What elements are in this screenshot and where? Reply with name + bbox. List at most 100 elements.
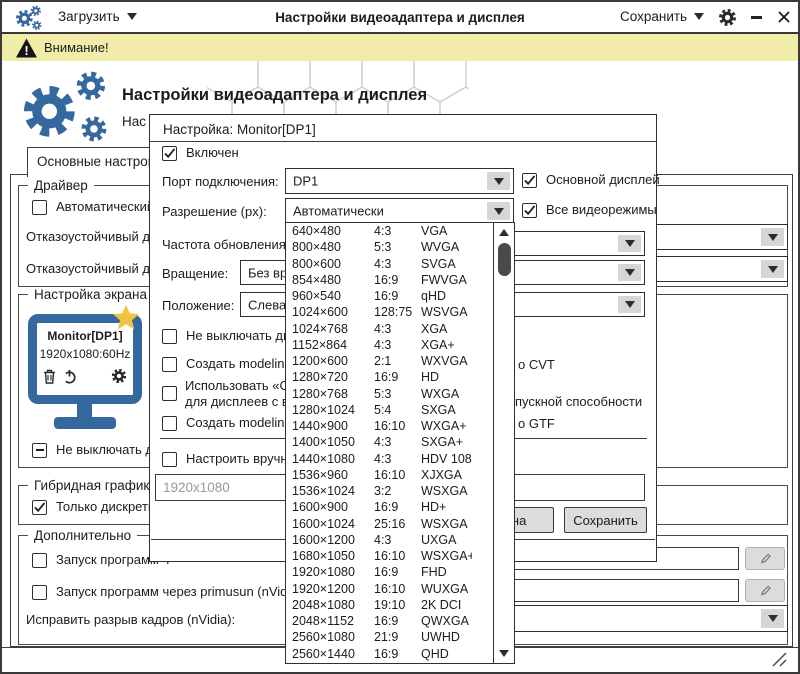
driver-group-legend: Драйвер xyxy=(28,178,94,193)
resolution-option[interactable]: 960×54016:9qHD xyxy=(286,288,472,304)
resolution-select[interactable]: Автоматически xyxy=(285,198,514,224)
chevron-down-icon xyxy=(625,269,635,276)
resolution-option-res: 2560×1440 xyxy=(286,647,374,661)
resolution-option-ratio: 4:3 xyxy=(374,322,421,336)
resolution-value: Автоматически xyxy=(293,204,384,219)
dropdown-button[interactable] xyxy=(761,609,784,628)
dropdown-button[interactable] xyxy=(761,260,784,278)
resolution-option[interactable]: 1200×6002:1WXVGA xyxy=(286,353,472,369)
resolution-option[interactable]: 1440×10804:3HDV 1080i xyxy=(286,451,472,467)
dropdown-button[interactable] xyxy=(487,172,510,190)
position-value: Слева xyxy=(248,297,286,312)
dropdown-button[interactable] xyxy=(618,264,641,281)
dialog-save-button-label: Сохранить xyxy=(573,513,638,528)
resolution-option[interactable]: 1680×105016:10WSXGA+ xyxy=(286,548,472,564)
edit-button-2[interactable] xyxy=(745,579,785,602)
chevron-down-icon xyxy=(694,13,704,20)
checkbox-checked xyxy=(522,203,537,218)
resolution-option[interactable]: 854×48016:9FWVGA xyxy=(286,272,472,288)
resolution-option-ratio: 16:9 xyxy=(374,370,421,384)
resolution-option[interactable]: 800×6004:3SVGA xyxy=(286,256,472,272)
resolution-option[interactable]: 1280×10245:4SXGA xyxy=(286,402,472,418)
resolution-option[interactable]: 1600×12004:3UXGA xyxy=(286,532,472,548)
keep-display-bg-checkbox[interactable]: Не выключать ди xyxy=(32,442,160,458)
dialog-title-separator xyxy=(150,141,656,142)
monitor-gear-icon[interactable] xyxy=(111,368,127,384)
checkbox-unchecked xyxy=(32,585,47,600)
dropdown-button[interactable] xyxy=(618,296,641,313)
resolution-option[interactable]: 1600×102425:16WSXGA xyxy=(286,516,472,532)
power-icon[interactable] xyxy=(62,369,77,384)
resolution-option[interactable]: 1920×120016:10WUXGA xyxy=(286,581,472,597)
modeline-cvt-label: Создать modeline xyxy=(186,356,292,371)
resolution-option[interactable]: 1024×7684:3XGA xyxy=(286,321,472,337)
auto-driver-checkbox[interactable]: Автоматический в xyxy=(32,199,165,215)
scrollbar[interactable] xyxy=(493,223,514,663)
discrete-only-checkbox[interactable]: Только дискретно xyxy=(32,499,162,515)
resolution-option-res: 1440×900 xyxy=(286,419,374,433)
resize-grip[interactable] xyxy=(768,652,788,667)
dialog-save-button[interactable]: Сохранить xyxy=(564,507,647,533)
enabled-checkbox[interactable]: Включен xyxy=(162,145,239,161)
resolution-option-name: HD xyxy=(421,370,472,384)
scrollbar-thumb[interactable] xyxy=(498,243,511,276)
manual-config-checkbox[interactable]: Настроить вручную xyxy=(162,451,304,467)
all-modes-checkbox[interactable]: Все видеорежимы xyxy=(522,202,657,218)
resolution-option[interactable]: 1440×90016:10WXGA+ xyxy=(286,418,472,434)
cvt-reduced-blank-checkbox[interactable] xyxy=(162,385,177,401)
trash-icon[interactable] xyxy=(43,369,56,384)
keep-display-checkbox[interactable]: Не выключать дис xyxy=(162,328,297,344)
resolution-option[interactable]: 640×4804:3VGA xyxy=(286,223,472,239)
resolution-option[interactable]: 1536×96016:10XJXGA xyxy=(286,467,472,483)
resolution-option[interactable]: 1280×7685:3WXGA xyxy=(286,386,472,402)
resolution-option[interactable]: 800×4805:3WVGA xyxy=(286,239,472,255)
resolution-option[interactable]: 1920×108016:9FHD xyxy=(286,564,472,580)
dropdown-button[interactable] xyxy=(761,228,784,246)
resolution-option[interactable]: 2560×144016:9QHD xyxy=(286,646,472,662)
run-primus-checkbox[interactable]: Запуск программ через primusun (nVidia) xyxy=(32,584,302,600)
resolution-option[interactable]: 1400×10504:3SXGA+ xyxy=(286,434,472,450)
resolution-option[interactable]: 1152×8644:3XGA+ xyxy=(286,337,472,353)
all-modes-label: Все видеорежимы xyxy=(546,202,657,217)
scrollbar-up-button[interactable] xyxy=(494,225,514,240)
resolution-option[interactable]: 2560×108021:9UWHD xyxy=(286,629,472,645)
keep-display-bg-label: Не выключать ди xyxy=(56,442,160,457)
monitor-name: Monitor[DP1] xyxy=(37,329,133,343)
scrollbar-down-button[interactable] xyxy=(494,646,514,661)
resolution-option-ratio: 5:3 xyxy=(374,240,421,254)
monitor-stand-base xyxy=(54,417,116,429)
primary-display-checkbox[interactable]: Основной дисплей xyxy=(522,172,660,188)
position-label: Положение: xyxy=(162,298,234,313)
resolution-option[interactable]: 1280×72016:9HD xyxy=(286,369,472,385)
chevron-down-icon xyxy=(625,240,635,247)
modeline-cvt-checkbox[interactable]: Создать modeline xyxy=(162,356,292,372)
settings-gear-icon[interactable] xyxy=(718,8,737,27)
resolution-option-ratio: 4:3 xyxy=(374,257,421,271)
resolution-option-name: WXVGA xyxy=(421,354,472,368)
svg-text:!: ! xyxy=(24,43,28,58)
resolution-option-ratio: 5:3 xyxy=(374,387,421,401)
close-icon[interactable] xyxy=(777,10,791,24)
dropdown-button[interactable] xyxy=(487,202,510,220)
port-select[interactable]: DP1 xyxy=(285,168,514,194)
resolution-option-ratio: 16:9 xyxy=(374,500,421,514)
resolution-option[interactable]: 2048×108019:102K DCI xyxy=(286,597,472,613)
edit-button-1[interactable] xyxy=(745,547,785,570)
checkbox-indeterminate xyxy=(32,443,47,458)
resolution-option[interactable]: 1600×90016:9HD+ xyxy=(286,499,472,515)
resolution-option-res: 1200×600 xyxy=(286,354,374,368)
save-menu-button[interactable]: Сохранить xyxy=(620,9,704,24)
minimize-icon[interactable] xyxy=(751,16,762,19)
modeline-cvt-label-right: о CVT xyxy=(518,357,555,372)
keep-display-label: Не выключать дис xyxy=(186,328,297,343)
resolution-option[interactable]: 1024×600128:75WSVGA xyxy=(286,304,472,320)
resolution-option-name: HD+ xyxy=(421,500,472,514)
modeline-gtf-checkbox[interactable]: Создать modeline xyxy=(162,415,292,431)
dialog-title: Настройка: Monitor[DP1] xyxy=(163,122,316,137)
resolution-option[interactable]: 2048×115216:9QWXGA xyxy=(286,613,472,629)
titlebar: Загрузить Настройки видеоадаптера и дисп… xyxy=(2,2,798,34)
load-menu-button[interactable]: Загрузить xyxy=(58,9,137,24)
dropdown-button[interactable] xyxy=(618,235,641,252)
checkbox-checked xyxy=(32,500,47,515)
resolution-option[interactable]: 1536×10243:2WSXGA xyxy=(286,483,472,499)
